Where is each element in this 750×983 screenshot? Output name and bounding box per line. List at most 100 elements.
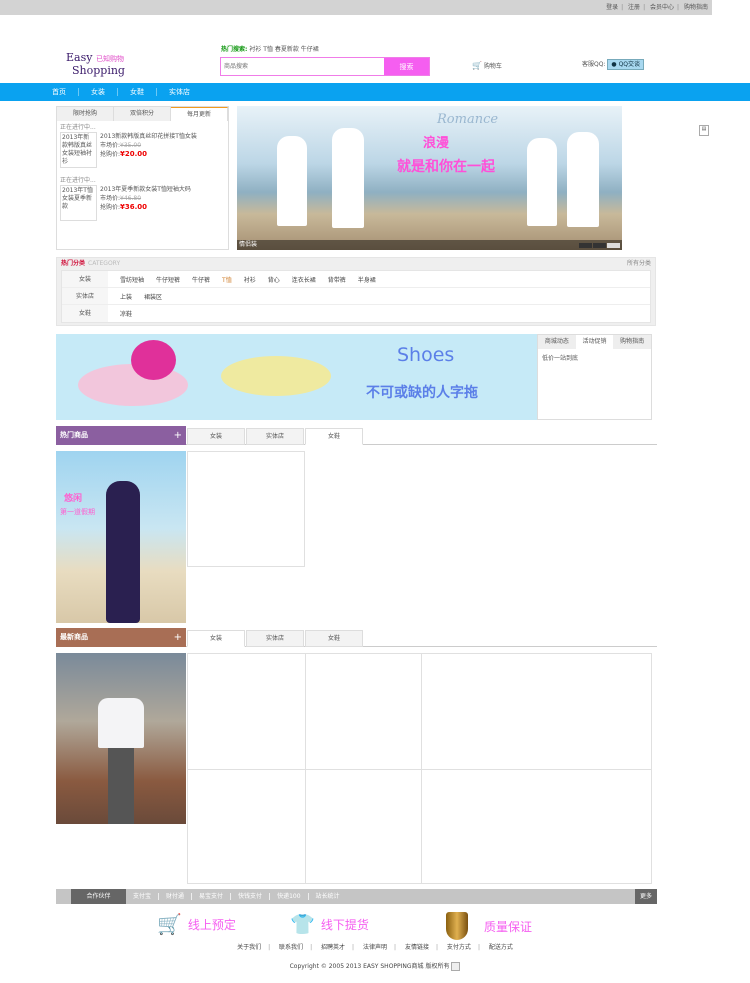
- more-partners-button[interactable]: 更多: [635, 889, 657, 904]
- tshirt-icon: 👕: [290, 912, 315, 936]
- hero-banner[interactable]: Romance 浪漫 就是和你在一起 情侣装: [237, 106, 622, 250]
- partners-bar: 合作伙伴 支付宝 财付通 易宝支付 快钱支付 快递100 站长统计 更多: [56, 889, 657, 904]
- category-link[interactable]: 雪纺短袖: [120, 275, 144, 284]
- category-link[interactable]: 半身裙: [358, 275, 376, 284]
- tab-store[interactable]: 实体店: [246, 630, 304, 647]
- hot-term[interactable]: 衬衫: [249, 46, 261, 53]
- tab-double-points[interactable]: 双倍积分: [114, 107, 171, 121]
- logo[interactable]: Easy 已知购物 Shopping: [66, 52, 125, 76]
- nav-shoes[interactable]: 女鞋: [118, 88, 157, 96]
- search-bar: 搜索: [220, 57, 430, 76]
- footer-link[interactable]: 友情链接: [405, 944, 429, 951]
- hot-goods-header: 热门商品 + 女装 实体店 女鞋: [56, 426, 657, 445]
- tab-monthly[interactable]: 每月更新: [171, 107, 228, 121]
- deal-title[interactable]: 2013年夏季新款女装T恤短袖大码: [100, 185, 191, 194]
- tab-promotions[interactable]: 活动促销: [575, 335, 614, 349]
- nav-store[interactable]: 实体店: [157, 88, 202, 96]
- register-link[interactable]: 注册: [628, 4, 640, 11]
- pager-dot[interactable]: [593, 243, 606, 248]
- banner-caption: 情侣装: [237, 240, 622, 250]
- main-nav: 首页 女装 女鞋 实体店: [0, 83, 750, 101]
- shopping-guide-link[interactable]: 购物指南: [684, 4, 708, 11]
- footer-link[interactable]: 联系我们: [279, 944, 303, 951]
- top-bar: 登录 | 注册 | 会员中心 | 购物指南: [0, 0, 712, 15]
- nav-women[interactable]: 女装: [79, 88, 118, 96]
- hot-term[interactable]: 牛仔裙: [301, 46, 319, 53]
- qq-contact: 客服QQ: ● QQ交谈: [582, 59, 645, 70]
- new-goods-image[interactable]: [56, 653, 186, 824]
- tab-women[interactable]: 女装: [187, 428, 245, 445]
- more-button[interactable]: +: [174, 426, 182, 445]
- copyright: Copyright © 2005 2013 EASY SHOPPING商城 版权…: [0, 961, 750, 971]
- flower-image: [131, 340, 176, 380]
- qq-chat-button[interactable]: ● QQ交谈: [607, 59, 645, 70]
- pager-dot[interactable]: [607, 243, 620, 248]
- model-figure: [277, 136, 307, 226]
- tab-shoes[interactable]: 女鞋: [305, 428, 363, 445]
- product-grid: [187, 653, 652, 884]
- partner-link[interactable]: 财付通: [159, 893, 193, 900]
- promise-online: 🛒 线上预定: [157, 912, 236, 936]
- news-panel: 商城动态 活动促销 购物指南 低价一站到底: [537, 334, 652, 420]
- tab-women[interactable]: 女装: [187, 630, 245, 647]
- search-input[interactable]: [221, 58, 384, 75]
- all-categories-link[interactable]: 所有分类: [627, 258, 651, 270]
- model-figure: [332, 128, 364, 228]
- shield-icon: [446, 912, 468, 940]
- nav-home[interactable]: 首页: [40, 88, 79, 96]
- category-link[interactable]: 牛仔短裤: [156, 275, 180, 284]
- cart-link[interactable]: 🛒 购物车: [472, 61, 502, 70]
- hot-term[interactable]: T恤: [263, 46, 273, 53]
- footer-link[interactable]: 关于我们: [237, 944, 261, 951]
- more-button[interactable]: +: [174, 628, 182, 647]
- category-link[interactable]: 衬衫: [244, 275, 256, 284]
- footer-link[interactable]: 支付方式: [447, 944, 471, 951]
- search-button[interactable]: 搜索: [384, 58, 429, 75]
- category-link[interactable]: 牛仔裤: [192, 275, 210, 284]
- tab-flash-sale[interactable]: 限时抢购: [57, 107, 114, 121]
- partner-link[interactable]: 站长统计: [309, 893, 347, 900]
- deal-thumb[interactable]: 2013年T恤女装夏季新款: [60, 185, 97, 221]
- tab-guide[interactable]: 购物指南: [613, 335, 651, 349]
- member-center-link[interactable]: 会员中心: [650, 4, 674, 11]
- deals-panel: 限时抢购 双倍积分 每月更新 正在进行中... 2013年新款韩版真丝女装短袖衬…: [56, 106, 229, 250]
- promise-pickup: 👕 线下提货: [290, 912, 369, 936]
- footer-link[interactable]: 招聘英才: [321, 944, 345, 951]
- shoes-ad[interactable]: Shoes 不可或缺的人字拖: [56, 334, 537, 420]
- category-link[interactable]: T恤: [222, 275, 232, 284]
- hot-search: 热门搜索: 衬衫 T恤 春夏新款 牛仔裙: [221, 46, 319, 53]
- deal-thumb[interactable]: 2013年新款韩版真丝女装短袖衬衫: [60, 132, 97, 168]
- partner-link[interactable]: 支付宝: [126, 893, 160, 900]
- shopping-cart-icon: 🛒: [157, 912, 182, 936]
- news-item[interactable]: 低价一站到底: [538, 349, 651, 366]
- partner-link[interactable]: 易宝支付: [192, 893, 232, 900]
- model-figure: [567, 132, 599, 227]
- category-link[interactable]: 背心: [268, 275, 280, 284]
- hot-goods-image[interactable]: 悠闲 第一道假期: [56, 451, 186, 623]
- category-link[interactable]: 背带裤: [328, 275, 346, 284]
- footer-link[interactable]: 配送方式: [489, 944, 513, 951]
- document-icon[interactable]: ▤: [699, 125, 709, 136]
- stats-icon[interactable]: [451, 962, 461, 971]
- model-figure: [98, 698, 144, 748]
- category-row: 实体店 上装 裙装区: [62, 288, 650, 305]
- deal-title[interactable]: 2013新款韩版真丝印花拼接T恤女装: [100, 132, 197, 141]
- tab-shoes[interactable]: 女鞋: [305, 630, 363, 647]
- footer-link[interactable]: 法律声明: [363, 944, 387, 951]
- category-row: 女鞋 凉鞋: [62, 305, 650, 322]
- category-link[interactable]: 上装: [120, 292, 132, 301]
- tab-store[interactable]: 实体店: [246, 428, 304, 445]
- pager-dot[interactable]: [579, 243, 592, 248]
- category-link[interactable]: 裙装区: [144, 292, 162, 301]
- login-link[interactable]: 登录: [606, 4, 618, 11]
- partner-link[interactable]: 快递100: [270, 893, 309, 900]
- new-goods-header: 最新商品 + 女装 实体店 女鞋: [56, 628, 657, 647]
- category-link[interactable]: 连衣长裙: [292, 275, 316, 284]
- tab-mall-news[interactable]: 商城动态: [538, 335, 576, 349]
- footer-links: 关于我们 | 联系我们 | 招聘英才 | 法律声明 | 友情链接 | 支付方式 | 配送方式: [237, 944, 513, 951]
- slipper-image: [221, 356, 331, 396]
- partner-link[interactable]: 快钱支付: [231, 893, 271, 900]
- category-link[interactable]: 凉鞋: [120, 309, 132, 318]
- hot-term[interactable]: 春夏新款: [275, 46, 299, 53]
- product-cell[interactable]: [187, 451, 305, 567]
